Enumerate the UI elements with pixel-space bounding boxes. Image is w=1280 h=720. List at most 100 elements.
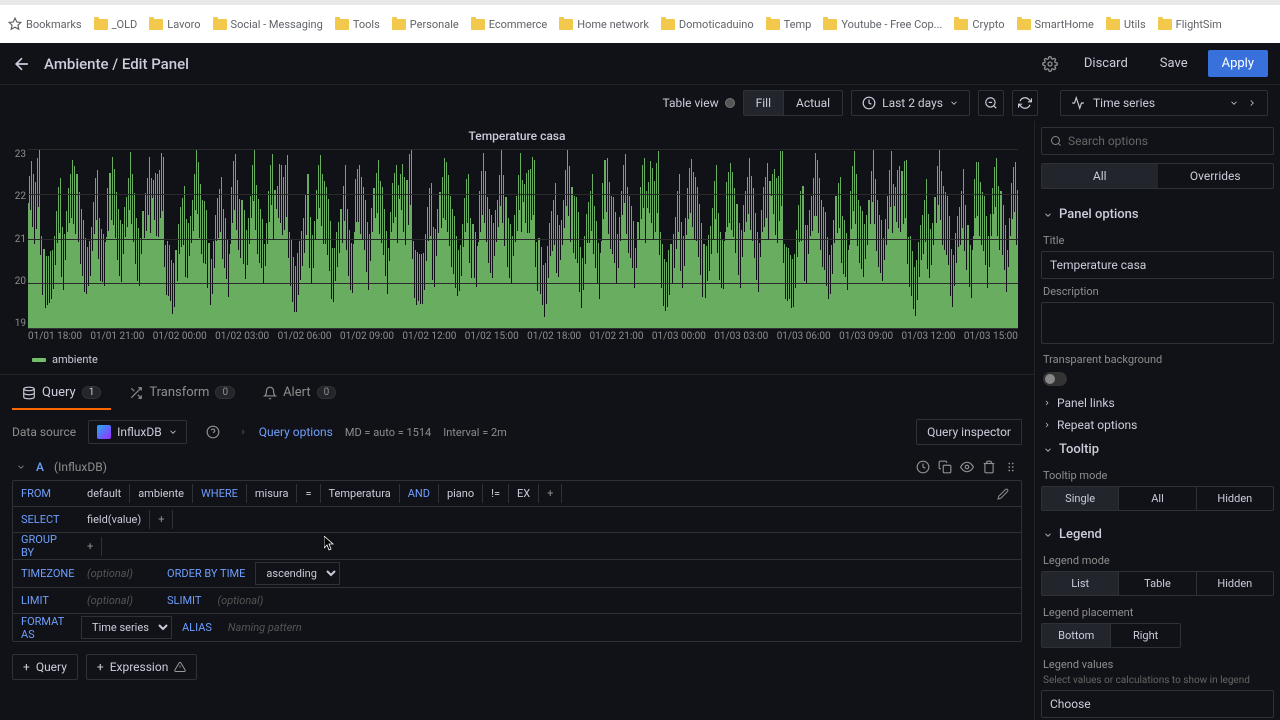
section-panel-options[interactable]: Panel options xyxy=(1041,201,1274,228)
viz-picker[interactable]: Time series xyxy=(1060,90,1268,116)
add-query-button[interactable]: + Query xyxy=(12,654,78,680)
title-input[interactable] xyxy=(1041,251,1274,279)
add-buttons: + Query + Expression xyxy=(0,642,1034,692)
where-tag2[interactable]: piano xyxy=(439,484,483,503)
options-panel: All Overrides Panel options Title Descri… xyxy=(1034,121,1280,720)
help-icon[interactable] xyxy=(199,418,227,446)
where-val[interactable]: Temperatura xyxy=(321,484,400,503)
legend-table[interactable]: Table xyxy=(1119,572,1196,595)
where-val2[interactable]: EX xyxy=(509,484,539,503)
bookmark-smarthome[interactable]: SmartHome xyxy=(1017,18,1094,31)
query-inspector-button[interactable]: Query inspector xyxy=(916,419,1022,445)
bookmark-label: Bookmarks xyxy=(26,18,82,31)
bookmark-ecommerce[interactable]: Ecommerce xyxy=(471,18,548,31)
tooltip-hidden[interactable]: Hidden xyxy=(1197,487,1273,510)
bookmark-flightsim[interactable]: FlightSim xyxy=(1158,18,1222,31)
alias-input[interactable] xyxy=(220,617,350,638)
query-options-link[interactable]: Query options xyxy=(259,425,333,439)
format-select[interactable]: Time series xyxy=(81,616,172,639)
transparent-toggle[interactable] xyxy=(1043,372,1067,386)
tab-query[interactable]: Query 1 xyxy=(12,378,111,407)
search-input[interactable] xyxy=(1068,134,1265,148)
tab-transform[interactable]: Transform 0 xyxy=(119,378,245,407)
slimit-input[interactable] xyxy=(209,590,289,611)
where-op[interactable]: = xyxy=(297,484,320,503)
tooltip-all[interactable]: All xyxy=(1119,487,1196,510)
and-keyword: AND xyxy=(400,484,439,503)
editor-tabs: Query 1 Transform 0 Alert 0 xyxy=(0,374,1034,410)
subtab-overrides[interactable]: Overrides xyxy=(1158,164,1274,188)
legend-bottom[interactable]: Bottom xyxy=(1042,624,1111,647)
query-letter[interactable]: A xyxy=(36,460,44,474)
section-repeat[interactable]: Repeat options xyxy=(1041,414,1274,436)
orderby-select[interactable]: ascending xyxy=(255,562,340,585)
select-add[interactable]: + xyxy=(150,510,173,529)
copy-icon[interactable] xyxy=(938,460,952,474)
search-options[interactable] xyxy=(1041,127,1274,155)
discard-button[interactable]: Discard xyxy=(1072,50,1140,77)
where-tag[interactable]: misura xyxy=(247,484,298,503)
section-legend[interactable]: Legend xyxy=(1041,521,1274,548)
warning-icon xyxy=(174,661,186,673)
add-expression-button[interactable]: + Expression xyxy=(86,654,197,680)
zoom-out-icon[interactable] xyxy=(978,90,1004,116)
section-tooltip[interactable]: Tooltip xyxy=(1041,436,1274,463)
bookmark-utils[interactable]: Utils xyxy=(1106,18,1146,31)
bookmark-bookmarks[interactable]: Bookmarks xyxy=(8,17,82,31)
bookmark-social[interactable]: Social - Messaging xyxy=(213,18,323,31)
eye-icon[interactable] xyxy=(960,460,974,474)
back-arrow-icon[interactable] xyxy=(12,54,32,74)
folder-icon xyxy=(1158,19,1172,30)
data-source-select[interactable]: InfluxDB xyxy=(88,420,187,444)
refresh-icon[interactable] xyxy=(1012,90,1038,116)
bookmark-crypto[interactable]: Crypto xyxy=(954,18,1004,31)
legend-list[interactable]: List xyxy=(1042,572,1119,595)
trash-icon[interactable] xyxy=(982,460,996,474)
tab-alert[interactable]: Alert 0 xyxy=(253,378,346,407)
chevron-down-icon[interactable] xyxy=(16,462,26,472)
legend-values-select[interactable]: Choose xyxy=(1041,690,1274,718)
select-field[interactable]: field(value) xyxy=(79,510,150,529)
bookmark-youtube[interactable]: Youtube - Free Cop... xyxy=(823,18,942,31)
duplicate-icon[interactable] xyxy=(916,460,930,474)
where-keyword: WHERE xyxy=(193,484,247,503)
legend-right[interactable]: Right xyxy=(1111,624,1179,647)
query-row-limit: LIMIT SLIMIT xyxy=(13,588,1021,614)
legend-item[interactable]: ambiente xyxy=(32,353,1026,366)
bookmark-personale[interactable]: Personale xyxy=(392,18,459,31)
pencil-icon[interactable] xyxy=(997,488,1021,500)
table-view-toggle[interactable]: Table view xyxy=(662,96,734,110)
tooltip-mode-group: Single All Hidden xyxy=(1041,486,1274,511)
bookmark-tools[interactable]: Tools xyxy=(335,18,380,31)
tooltip-single[interactable]: Single xyxy=(1042,487,1119,510)
section-panel-links[interactable]: Panel links xyxy=(1041,392,1274,414)
settings-icon[interactable] xyxy=(1036,50,1064,78)
groupby-add[interactable]: + xyxy=(79,537,102,556)
fill-button[interactable]: Fill xyxy=(744,91,784,115)
save-button[interactable]: Save xyxy=(1148,50,1200,77)
legend-hidden[interactable]: Hidden xyxy=(1197,572,1273,595)
description-input[interactable] xyxy=(1041,302,1274,344)
where-op2[interactable]: != xyxy=(483,484,509,503)
where-add[interactable]: + xyxy=(539,484,562,503)
bookmark-temp[interactable]: Temp xyxy=(766,18,812,31)
bookmark-home-network[interactable]: Home network xyxy=(559,18,649,31)
plus-icon: + xyxy=(23,660,30,674)
bookmark-domoticaduino[interactable]: Domoticaduino xyxy=(661,18,754,31)
legend-mode-label: Legend mode xyxy=(1043,554,1272,567)
bookmark-old[interactable]: _OLD xyxy=(94,18,138,31)
subtab-all[interactable]: All xyxy=(1042,164,1158,188)
limit-input[interactable] xyxy=(79,590,159,611)
chart-canvas[interactable]: 2322212019 01/01 18:0001/01 21:0001/02 0… xyxy=(28,149,1018,349)
query-toolbar: Data source InfluxDB Query options MD = … xyxy=(0,410,1034,454)
bookmark-lavoro[interactable]: Lavoro xyxy=(149,18,200,31)
apply-button[interactable]: Apply xyxy=(1208,50,1268,77)
drag-icon[interactable] xyxy=(1004,460,1018,474)
from-measurement[interactable]: ambiente xyxy=(130,484,193,503)
browser-chrome: Bookmarks _OLD Lavoro Social - Messaging… xyxy=(0,0,1280,43)
actual-button[interactable]: Actual xyxy=(784,91,842,115)
timezone-input[interactable] xyxy=(79,563,159,584)
time-range-picker[interactable]: Last 2 days xyxy=(851,90,970,116)
tab-badge: 0 xyxy=(215,386,235,399)
from-retention[interactable]: default xyxy=(79,484,130,503)
